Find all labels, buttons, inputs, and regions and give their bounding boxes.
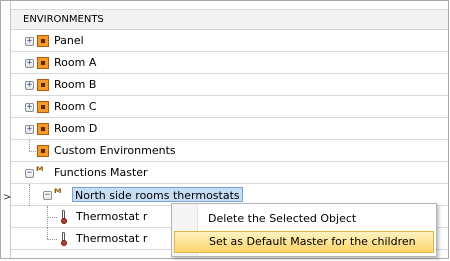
functions-master-icon: ᴹ: [36, 164, 44, 178]
custom-env-icon: [37, 145, 49, 157]
tree-row-panel[interactable]: + Panel: [11, 30, 448, 52]
row-gutter: [1, 1, 11, 258]
tree-item-label: Room B: [54, 78, 97, 91]
tree-item-label: Custom Environments: [54, 144, 176, 157]
tree-row-room-b[interactable]: + Room B: [11, 74, 448, 96]
tree-connector: [47, 228, 48, 239]
tree-row-room-c[interactable]: + Room C: [11, 96, 448, 118]
room-icon: [37, 123, 49, 135]
tree-item-label: North side rooms thermostats: [72, 187, 243, 202]
room-icon: [37, 57, 49, 69]
collapse-icon[interactable]: −: [25, 169, 34, 178]
expand-icon[interactable]: +: [25, 37, 34, 46]
thermostat-icon: [61, 210, 67, 224]
expand-icon[interactable]: +: [25, 59, 34, 68]
column-header[interactable]: ENVIRONMENTS: [11, 9, 448, 30]
current-row-indicator: >: [3, 192, 12, 203]
tree-row-custom-environments[interactable]: Custom Environments: [11, 140, 448, 162]
room-icon: [37, 79, 49, 91]
tree-connector: [47, 217, 57, 218]
thermostat-icon: [61, 232, 67, 246]
tree-item-label: Thermostat r: [76, 232, 148, 245]
expand-icon[interactable]: +: [25, 103, 34, 112]
tree-row-room-d[interactable]: + Room D: [11, 118, 448, 140]
tree-row-room-a[interactable]: + Room A: [11, 52, 448, 74]
tree-item-label: Room A: [54, 56, 97, 69]
tree-item-label: Room D: [54, 122, 98, 135]
room-icon: [37, 101, 49, 113]
tree-item-label: Thermostat r: [76, 210, 148, 223]
tree-item-label: Room C: [54, 100, 97, 113]
column-header-label: ENVIRONMENTS: [23, 14, 104, 25]
expand-icon[interactable]: +: [25, 81, 34, 90]
menu-item-delete-selected-object[interactable]: Delete the Selected Object: [174, 208, 434, 230]
menu-item-set-default-master[interactable]: Set as Default Master for the children: [174, 231, 434, 253]
functions-master-icon: ᴹ: [54, 186, 62, 200]
tree-item-label: Panel: [54, 34, 84, 47]
room-icon: [37, 35, 49, 47]
collapse-icon[interactable]: −: [43, 191, 52, 200]
tree-connector: [47, 239, 57, 240]
expand-icon[interactable]: +: [25, 125, 34, 134]
tree-connector: [29, 140, 30, 151]
tree-connector: [29, 184, 30, 206]
context-menu: Delete the Selected Object Set as Defaul…: [171, 203, 437, 257]
tree-row-functions-master[interactable]: − ᴹ Functions Master: [11, 162, 448, 184]
tree-connector: [29, 151, 36, 152]
tree-item-label: Functions Master: [54, 166, 148, 179]
